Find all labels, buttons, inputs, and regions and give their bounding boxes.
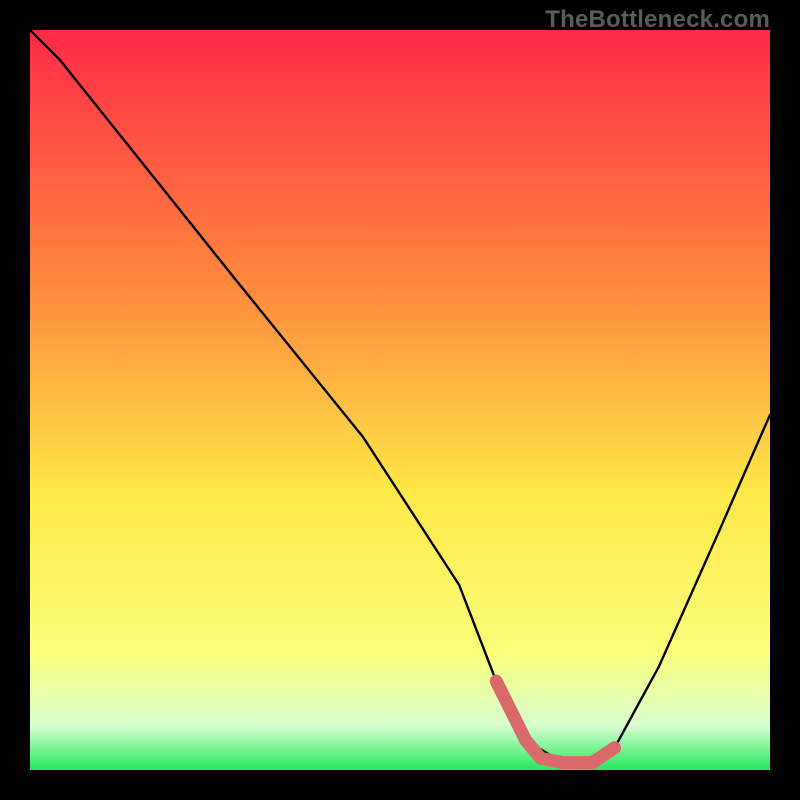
bottleneck-chart <box>30 30 770 770</box>
gradient-background <box>30 30 770 770</box>
chart-area <box>30 30 770 770</box>
